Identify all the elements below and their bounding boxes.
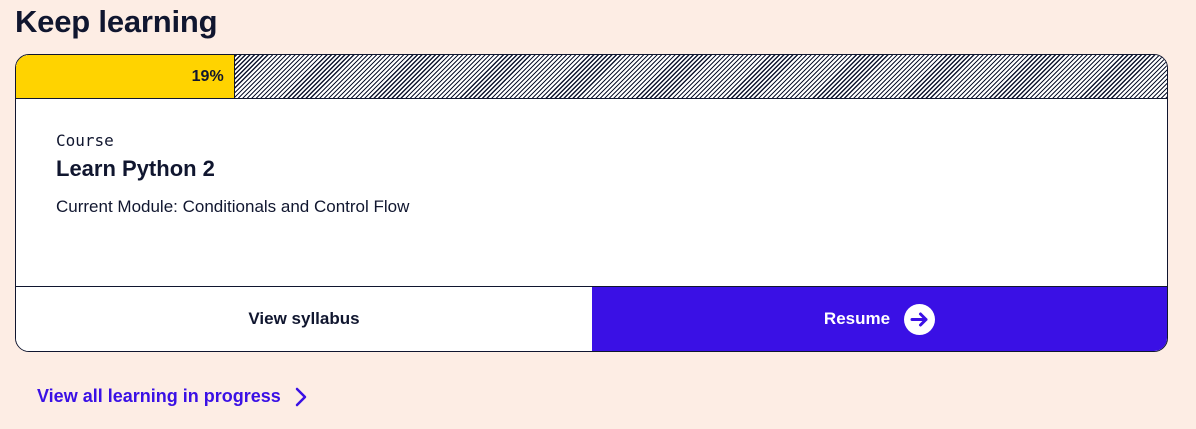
view-syllabus-label: View syllabus (248, 309, 360, 328)
course-card: 19% Course Learn Python 2 Current Module… (15, 54, 1168, 352)
arrow-right-circle-icon (904, 303, 936, 335)
chevron-right-icon (295, 387, 307, 407)
view-all-learning-label: View all learning in progress (37, 386, 281, 406)
view-all-learning-link[interactable]: View all learning in progress (37, 386, 307, 407)
progress-bar-fill: 19% (16, 55, 235, 98)
course-type-label: Course (56, 131, 114, 150)
current-module-text: Current Module: Conditionals and Control… (56, 197, 410, 216)
course-title[interactable]: Learn Python 2 (56, 155, 409, 183)
page-title: Keep learning (15, 4, 218, 39)
progress-percent: 19% (191, 68, 224, 85)
progress-bar: 19% (16, 55, 1167, 99)
resume-button[interactable]: Resume (592, 287, 1167, 351)
view-syllabus-button[interactable]: View syllabus (16, 287, 592, 351)
card-actions: View syllabus Resume (16, 286, 1167, 351)
resume-label: Resume (823, 309, 891, 328)
course-info: Course Learn Python 2 Current Module: Co… (56, 131, 409, 218)
